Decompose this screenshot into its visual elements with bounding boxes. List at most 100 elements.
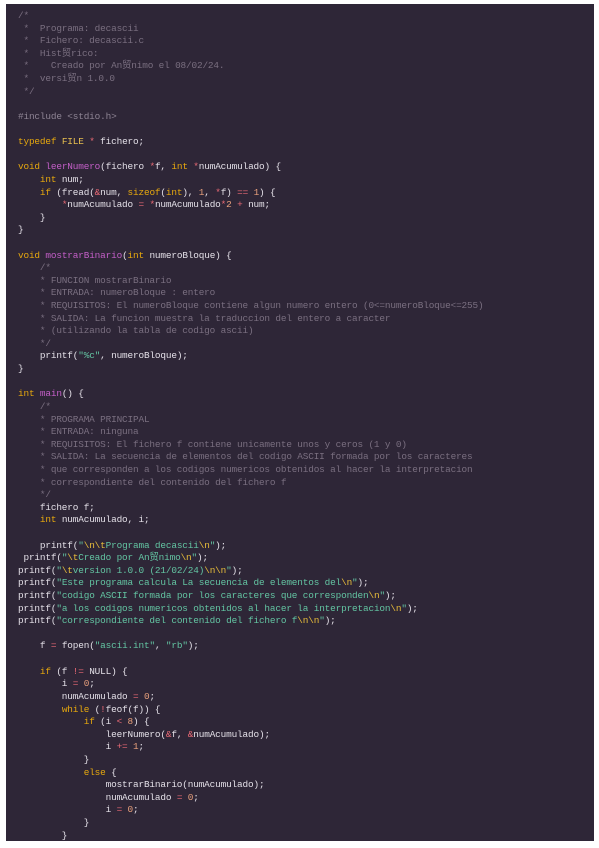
code-line: #include <stdio.h>: [18, 111, 590, 124]
code-line: i += 1;: [18, 741, 590, 754]
code-line: */: [18, 338, 590, 351]
code-text-token: }: [18, 211, 46, 223]
code-text-token: printf(: [18, 350, 79, 362]
code-line: * SALIDA: La secuencia de elementos del …: [18, 451, 590, 464]
code-text-token: () {: [61, 388, 84, 400]
string-token: "correspondiente del contenido del fiche…: [56, 615, 298, 627]
code-line: * ENTRADA: numeroBloque : entero: [18, 287, 590, 300]
code-line: if (f != NULL) {: [18, 666, 590, 679]
code-line: */: [18, 489, 590, 502]
code-line: i = 0;: [18, 678, 590, 691]
code-text-token: );: [187, 640, 199, 652]
code-text-token: ),: [182, 186, 199, 198]
code-line: * que corresponden a los codigos numeric…: [18, 464, 590, 477]
code-text-token: );: [197, 552, 208, 564]
code-line: * Creado por An贸nimo el 08/02/24.: [18, 60, 590, 73]
code-line: * correspondiente del contenido del fich…: [18, 477, 590, 490]
code-text-token: printf(: [18, 564, 57, 576]
code-line: numAcumulado = 0;: [18, 691, 590, 704]
keyword-token: int: [39, 514, 57, 526]
keyword-token: if: [83, 716, 95, 728]
escape-sequence-token: \n\t: [83, 539, 106, 551]
code-editor[interactable]: /* * Programa: decascii * Fichero: decas…: [6, 4, 594, 841]
code-line: * Hist贸rico:: [18, 48, 590, 61]
code-text-token: numeroBloque) {: [143, 249, 232, 261]
code-text-token: ;: [89, 678, 95, 690]
code-text-token: }: [18, 817, 90, 828]
comment-token: * SALIDA: La funcion muestra la traducci…: [18, 312, 391, 324]
code-line: * ENTRADA: ninguna: [18, 426, 590, 439]
escape-sequence-token: \n\n: [204, 564, 227, 576]
code-text-token: numAcumulado) {: [198, 161, 281, 173]
code-line: /*: [18, 10, 590, 23]
code-text-token: {: [105, 766, 117, 778]
code-line: * SALIDA: La funcion muestra la traducci…: [18, 313, 590, 326]
code-line: }: [18, 830, 590, 841]
comment-token: * correspondiente del contenido del fich…: [18, 476, 287, 488]
code-text-token: ,: [204, 186, 216, 198]
keyword-token: int: [127, 249, 145, 261]
keyword-token: if: [39, 186, 51, 198]
code-text-token: mostrarBinario(numAcumulado);: [18, 779, 265, 791]
string-token: Programa decascii: [105, 539, 199, 551]
code-line: printf("Este programa calcula La secuenc…: [18, 577, 590, 590]
code-text-token: );: [231, 564, 243, 576]
comment-token: /*: [18, 400, 51, 412]
code-text-token: feof(f)) {: [105, 703, 161, 715]
code-line: int numAcumulado, i;: [18, 514, 590, 527]
code-line: * Fichero: decascii.c: [18, 35, 590, 48]
string-token: "Este programa calcula La secuencia de e…: [56, 577, 342, 589]
function-name-token: leerNumero: [45, 161, 101, 173]
code-text-token: ;: [133, 804, 139, 816]
comment-token: * REQUISITOS: El fichero f contiene unic…: [18, 438, 407, 450]
code-line: else {: [18, 767, 590, 780]
code-text-token: numAcumulado: [67, 199, 139, 211]
code-line: * Programa: decascii: [18, 23, 590, 36]
code-text-token: );: [215, 539, 227, 551]
code-text-token: numAcumulado);: [193, 728, 270, 740]
code-line: i = 0;: [18, 804, 590, 817]
code-line: printf("\tversion 1.0.0 (21/02/24)\n\n")…: [18, 565, 590, 578]
comment-token: * (utilizando la tabla de codigo ascii): [18, 325, 254, 337]
code-line: int num;: [18, 174, 590, 187]
string-token: Creado por An贸nimo: [78, 552, 181, 564]
code-line: numAcumulado = 0;: [18, 792, 590, 805]
code-line: }: [18, 224, 590, 237]
string-token: "codigo ASCII formada por los caracteres…: [56, 590, 369, 602]
code-line: printf("\tCreado por An贸nimo\n");: [18, 552, 590, 565]
string-token: version 1.0.0 (21/02/24): [72, 564, 205, 576]
code-text-token: ;: [193, 791, 199, 803]
code-text-token: numAcumulado: [18, 690, 133, 702]
code-line: * REQUISITOS: El numeroBloque contiene a…: [18, 300, 590, 313]
keyword-token: if: [39, 665, 51, 677]
keyword-token: else: [83, 766, 106, 778]
code-line: printf("correspondiente del contenido de…: [18, 615, 590, 628]
code-text-token: }: [18, 224, 24, 236]
code-text-token: ,: [154, 640, 166, 652]
code-text-token: printf(: [18, 577, 57, 589]
code-line: int main() {: [18, 388, 590, 401]
code-text-token: printf(: [18, 539, 79, 551]
code-text-token: );: [384, 590, 396, 602]
code-text-token: (f: [50, 665, 73, 677]
comment-token: * SALIDA: La secuencia de elementos del …: [18, 451, 473, 463]
comment-token: /*: [18, 262, 51, 274]
escape-sequence-token: \t: [61, 564, 73, 576]
code-text-token: i: [18, 678, 73, 690]
code-text-token: f): [220, 186, 238, 198]
code-text-token: i: [18, 804, 117, 816]
escape-sequence-token: \n: [341, 577, 353, 589]
keyword-token: while: [61, 703, 90, 715]
code-line: }: [18, 363, 590, 376]
comment-token: * que corresponden a los codigos numeric…: [18, 463, 473, 475]
code-text-token: (fichero: [100, 161, 150, 173]
code-line: * PROGRAMA PRINCIPAL: [18, 414, 590, 427]
code-text-token: fichero;: [94, 136, 144, 148]
keyword-token: sizeof: [127, 186, 161, 198]
source-code[interactable]: /* * Programa: decascii * Fichero: decas…: [18, 10, 590, 841]
